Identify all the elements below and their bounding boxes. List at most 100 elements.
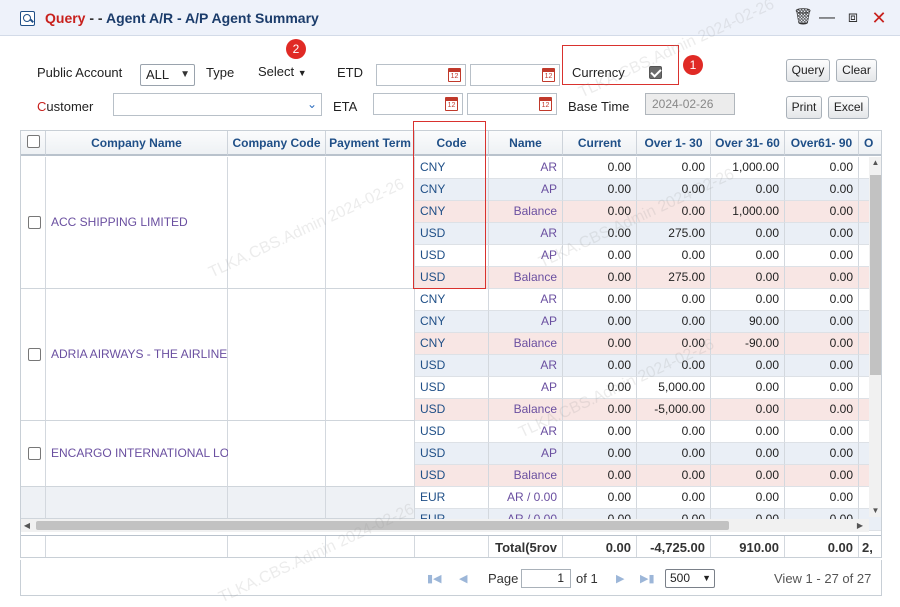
cell-over-1-30: -5,000.00 xyxy=(637,399,711,421)
prev-page-icon[interactable]: ◀ xyxy=(459,572,467,585)
scroll-right-icon[interactable]: ▶ xyxy=(854,519,866,532)
excel-button[interactable]: Excel xyxy=(828,96,869,119)
etd-to-input[interactable]: 12 xyxy=(470,64,560,86)
header-company-code[interactable]: Company Code xyxy=(228,131,326,156)
select-all-checkbox[interactable] xyxy=(27,135,40,148)
row-checkbox[interactable] xyxy=(28,348,41,361)
print-button[interactable]: Print xyxy=(786,96,822,119)
scroll-up-icon[interactable]: ▲ xyxy=(869,157,881,169)
cell-over-31-60: 0.00 xyxy=(711,421,785,443)
chevron-down-icon: ▼ xyxy=(702,573,711,583)
cell-over-1-30: 0.00 xyxy=(637,465,711,487)
horizontal-scroll-thumb[interactable] xyxy=(36,521,729,530)
close-icon[interactable]: ✕ xyxy=(869,8,889,28)
calendar-icon[interactable]: 12 xyxy=(542,68,555,82)
calendar-icon[interactable]: 12 xyxy=(448,68,461,82)
clear-button[interactable]: Clear xyxy=(836,59,877,82)
cell-current: 0.00 xyxy=(563,487,637,509)
header-over-1-30[interactable]: Over 1- 30 xyxy=(637,131,711,156)
cell-over-31-60: 90.00 xyxy=(711,311,785,333)
vertical-scroll-thumb[interactable] xyxy=(870,175,881,375)
chevron-down-icon[interactable]: ⌄ xyxy=(303,94,321,115)
header-more[interactable]: O xyxy=(859,131,881,156)
cell-over-61-90: 0.00 xyxy=(785,179,859,201)
cell-over-61-90: 0.00 xyxy=(785,443,859,465)
eta-to-input[interactable]: 12 xyxy=(467,93,557,115)
customer-input[interactable]: ⌄ xyxy=(113,93,322,116)
cell-over-61-90: 0.00 xyxy=(785,377,859,399)
view-range-text: View 1 - 27 of 27 xyxy=(774,571,872,586)
select-all-header xyxy=(21,131,46,156)
scroll-down-icon[interactable]: ▼ xyxy=(869,505,881,517)
total-over-1-30: -4,725.00 xyxy=(637,536,711,557)
cell-over-1-30: 0.00 xyxy=(637,443,711,465)
header-current[interactable]: Current xyxy=(563,131,637,156)
cell-name: AP xyxy=(489,377,563,399)
cell-over-31-60: 0.00 xyxy=(711,267,785,289)
cell-current: 0.00 xyxy=(563,311,637,333)
query-button[interactable]: Query xyxy=(786,59,830,82)
group-cell xyxy=(228,487,326,519)
cell-over-31-60: 0.00 xyxy=(711,223,785,245)
base-time-label: Base Time xyxy=(568,99,630,114)
etd-from-input[interactable]: 12 xyxy=(376,64,466,86)
header-company-name[interactable]: Company Name xyxy=(46,131,228,156)
cell-name: Balance xyxy=(489,267,563,289)
cell-over-31-60: 1,000.00 xyxy=(711,201,785,223)
cell-name: Balance xyxy=(489,201,563,223)
first-page-icon[interactable]: ▮◀ xyxy=(427,572,442,585)
group-cell xyxy=(326,487,415,519)
public-account-select[interactable]: ALL ▼ xyxy=(140,64,195,86)
cell-code: CNY xyxy=(415,311,489,333)
cell-over-31-60: 1,000.00 xyxy=(711,157,785,179)
cell-over-31-60: 0.00 xyxy=(711,443,785,465)
type-label: Type xyxy=(206,65,235,80)
currency-checkbox[interactable] xyxy=(649,66,662,79)
company-name[interactable]: ADRIA AIRWAYS - THE AIRLINE xyxy=(51,347,228,361)
cell-over-1-30: 275.00 xyxy=(637,267,711,289)
cell-over-61-90: 0.00 xyxy=(785,399,859,421)
horizontal-scrollbar[interactable]: ◀ ▶ xyxy=(21,519,869,532)
cell-over-61-90: 0.00 xyxy=(785,333,859,355)
maximize-icon[interactable]: ⧈ xyxy=(843,8,863,28)
header-payment-term[interactable]: Payment Term xyxy=(326,131,415,156)
cell-over-31-60: 0.00 xyxy=(711,399,785,421)
cell-name: AR xyxy=(489,157,563,179)
minimize-icon[interactable]: — xyxy=(817,8,837,28)
calendar-icon[interactable]: 12 xyxy=(445,97,458,111)
row-checkbox[interactable] xyxy=(28,216,41,229)
type-select[interactable]: Select ▼ xyxy=(258,64,307,79)
cell-over-31-60: -90.00 xyxy=(711,333,785,355)
group-cell xyxy=(228,289,326,421)
cell-over-61-90: 0.00 xyxy=(785,421,859,443)
page-input[interactable]: 1 xyxy=(521,569,571,588)
cell-name: Balance xyxy=(489,333,563,355)
total-row: Total(5rov 0.00 -4,725.00 910.00 0.00 2, xyxy=(21,535,881,557)
cell-code: USD xyxy=(415,421,489,443)
eta-from-input[interactable]: 12 xyxy=(373,93,463,115)
cell-current: 0.00 xyxy=(563,443,637,465)
company-name[interactable]: ENCARGO INTERNATIONAL LO xyxy=(51,446,228,460)
last-page-icon[interactable]: ▶▮ xyxy=(640,572,655,585)
calendar-icon[interactable]: 12 xyxy=(539,97,552,111)
cell-name: Balance xyxy=(489,399,563,421)
cell-name: AR xyxy=(489,421,563,443)
total-current: 0.00 xyxy=(563,536,637,557)
cell-over-31-60: 0.00 xyxy=(711,245,785,267)
vertical-scrollbar[interactable]: ▲ ▼ xyxy=(869,157,881,517)
next-page-icon[interactable]: ▶ xyxy=(616,572,624,585)
company-name[interactable]: ACC SHIPPING LIMITED xyxy=(51,215,228,229)
etd-label: ETD xyxy=(337,65,363,80)
header-name[interactable]: Name xyxy=(489,131,563,156)
cell-code: USD xyxy=(415,443,489,465)
cell-current: 0.00 xyxy=(563,267,637,289)
row-checkbox[interactable] xyxy=(28,447,41,460)
trash-icon[interactable]: 🗑 xyxy=(793,8,813,28)
total-over-61-90: 0.00 xyxy=(785,536,859,557)
header-over-31-60[interactable]: Over 31- 60 xyxy=(711,131,785,156)
header-over-61-90[interactable]: Over61- 90 xyxy=(785,131,859,156)
group-cell xyxy=(228,157,326,289)
cell-current: 0.00 xyxy=(563,399,637,421)
page-size-select[interactable]: 500 ▼ xyxy=(665,569,715,588)
scroll-left-icon[interactable]: ◀ xyxy=(21,519,33,532)
